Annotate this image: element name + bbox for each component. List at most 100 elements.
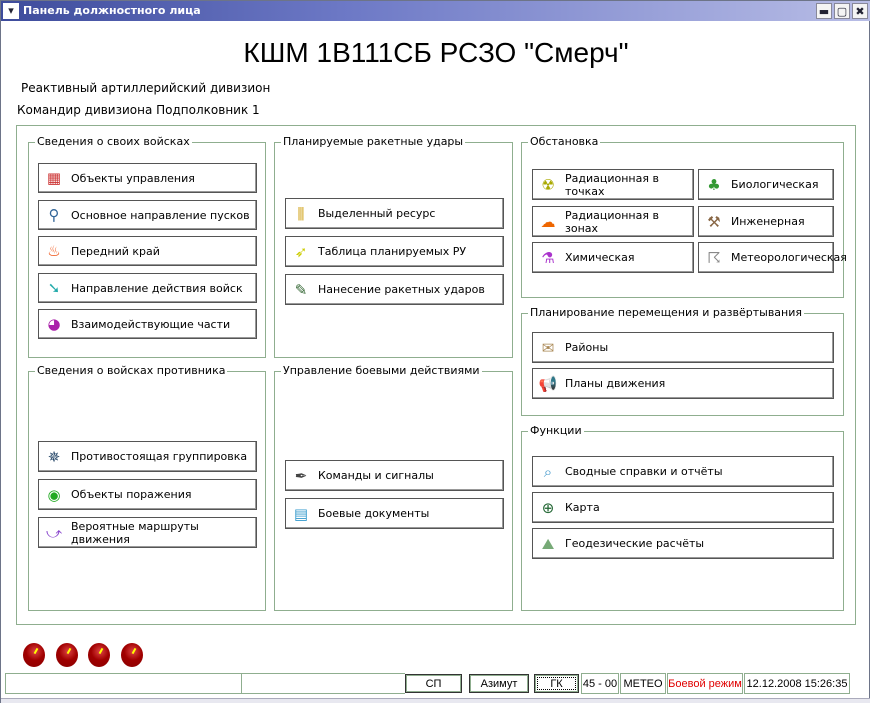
troop-direction-button[interactable]: ➘ Направление действия войск (38, 273, 257, 303)
button-label: Взаимодействующие части (71, 317, 231, 331)
button-label: Геодезические расчёты (565, 537, 705, 550)
chemical-button[interactable]: ⚗ Химическая (532, 242, 694, 273)
reports-button[interactable]: ⌕ Сводные справки и отчёты (532, 456, 834, 487)
rockets-icon: ⫼ (297, 204, 305, 223)
button-label: Противостоящая группировка (71, 450, 248, 463)
strike-table-button[interactable]: ➶ Таблица планируемых РУ (285, 236, 504, 267)
radiation-icon: ☢ (541, 175, 555, 194)
hammer-icon: ⚒ (707, 212, 721, 231)
movement-plans-button[interactable]: 📢 Планы движения (532, 368, 834, 399)
button-label: Команды и сигналы (318, 469, 434, 482)
button-label: Сводные справки и отчёты (565, 465, 723, 478)
datetime-readout: 12.12.2008 15:26:35 (744, 673, 850, 694)
allocated-resource-button[interactable]: ⫼ Выделенный ресурс (285, 198, 504, 229)
target-icon: ◉ (47, 485, 61, 504)
opposing-group-button[interactable]: ✵ Противостоящая группировка (38, 441, 257, 472)
pen-icon: ✒ (294, 466, 308, 485)
group-movement-planning: Планирование перемещения и развёртывания (521, 306, 844, 416)
routes-button[interactable]: ⤻ Вероятные маршруты движения (38, 517, 257, 548)
unit-name: Реактивный артиллерийский дивизион (21, 81, 271, 95)
globe-stand-icon: ⊕ (541, 498, 555, 517)
indicator-light-1 (23, 643, 45, 667)
button-label: Таблица планируемых РУ (318, 245, 467, 258)
minimize-button[interactable]: ▬ (816, 3, 832, 19)
officer-name: Командир дивизиона Подполковник 1 (17, 103, 260, 117)
tree-icon: ♣ (707, 175, 721, 194)
gk-button[interactable]: ГК (534, 674, 579, 693)
rocket-icon: ➶ (294, 242, 308, 261)
indicator-light-2 (56, 643, 78, 667)
button-label: Основное направление пусков (71, 208, 250, 222)
button-label: Биологическая (731, 178, 819, 191)
control-objects-icon: ▦ (46, 169, 62, 187)
group-label: Планируемые ракетные удары (281, 135, 466, 148)
map-button[interactable]: ⊕ Карта (532, 492, 834, 523)
megaphone-icon: 📢 (538, 374, 558, 393)
commands-signals-button[interactable]: ✒ Команды и сигналы (285, 460, 504, 491)
control-objects-button[interactable]: ▦ Объекты управления (38, 163, 257, 193)
meteorological-button[interactable]: ☈ Метеорологическая (698, 242, 847, 273)
engineering-button[interactable]: ⚒ Инженерная (698, 206, 834, 237)
cooperating-units-button[interactable]: ◕ Взаимодействующие части (38, 309, 257, 339)
button-label: Нанесение ракетных ударов (318, 283, 485, 296)
group-label: Сведения о войсках противника (35, 364, 228, 377)
arrow-icon: ➘ (47, 279, 61, 297)
bottom-border (1, 698, 870, 703)
group-label: Управление боевыми действиями (281, 364, 482, 377)
indicator-light-4 (121, 643, 143, 667)
main-window: ▾ Панель должностного лица ▬ ▢ ✖ КШМ 1В1… (0, 0, 870, 703)
document-icon: ▤ (293, 504, 309, 523)
button-label: Радиационная в точках (565, 171, 659, 198)
front-line-button[interactable]: ♨ Передний край (38, 236, 257, 266)
radiation-zones-button[interactable]: ☁ Радиационная в зонах (532, 206, 694, 237)
close-button[interactable]: ✖ (852, 3, 868, 19)
button-label: Планы движения (565, 377, 666, 390)
meteo-indicator: METEO (620, 673, 666, 694)
button-label: Метеорологическая (731, 251, 847, 264)
group-label: Обстановка (528, 135, 601, 148)
button-label: Районы (565, 341, 609, 354)
azimuth-button[interactable]: Азимут (469, 674, 529, 693)
button-label: Карта (565, 501, 600, 514)
button-label: Передний край (71, 244, 160, 258)
window-title: Панель должностного лица (23, 4, 201, 17)
targets-button[interactable]: ◉ Объекты поражения (38, 479, 257, 510)
indicator-light-3 (88, 643, 110, 667)
fire-icon: ♨ (47, 242, 61, 260)
button-label: Вероятные маршруты движения (71, 519, 199, 546)
group-label: Планирование перемещения и развёртывания (528, 306, 805, 319)
button-label: Радиационная в зонах (565, 208, 659, 235)
biological-button[interactable]: ♣ Биологическая (698, 169, 834, 200)
title-bar[interactable]: ▾ Панель должностного лица ▬ ▢ ✖ (1, 1, 870, 21)
storm-icon: ☈ (707, 248, 721, 267)
route-icon: ⤻ (45, 523, 63, 542)
areas-button[interactable]: ✉ Районы (532, 332, 834, 363)
window-menu-icon[interactable]: ▾ (3, 3, 19, 19)
map-scroll-icon: ✉ (541, 338, 555, 357)
button-label: Химическая (565, 251, 635, 264)
compass-icon: ✵ (47, 447, 61, 466)
button-label: Боевые документы (318, 507, 430, 520)
button-label: Объекты поражения (71, 488, 192, 501)
combat-documents-button[interactable]: ▤ Боевые документы (285, 498, 504, 529)
angle-readout: 45 - 00 (581, 673, 619, 694)
launch-direction-button[interactable]: ⚲ Основное направление пусков (38, 200, 257, 230)
launch-strikes-button[interactable]: ✎ Нанесение ракетных ударов (285, 274, 504, 305)
mode-indicator: Боевой режим (667, 673, 743, 694)
nuclear-cloud-icon: ☁ (540, 212, 556, 231)
globe-icon: ◕ (47, 315, 61, 333)
geodesic-button[interactable]: ⛰ Геодезические расчёты (532, 528, 834, 559)
button-label: Объекты управления (71, 171, 195, 185)
page-title: КШМ 1В111СБ РСЗО "Смерч" (243, 37, 629, 68)
magnifier-icon: ⌕ (543, 462, 553, 481)
group-label: Сведения о своих войсках (35, 135, 192, 148)
sp-button[interactable]: СП (405, 674, 462, 693)
button-label: Направление действия войск (71, 281, 243, 295)
launcher-icon: ✎ (294, 280, 308, 299)
survey-icon: ⛰ (541, 534, 555, 553)
maximize-button[interactable]: ▢ (834, 3, 850, 19)
button-label: Выделенный ресурс (318, 207, 436, 220)
flask-icon: ⚗ (541, 248, 555, 267)
radiation-points-button[interactable]: ☢ Радиационная в точках (532, 169, 694, 200)
status-message-area (5, 673, 405, 694)
